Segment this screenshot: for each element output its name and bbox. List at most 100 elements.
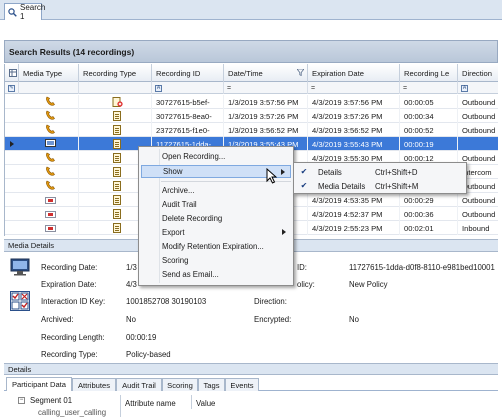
pane-divider [120, 395, 121, 417]
recording-type-cell [79, 109, 152, 123]
filter-funnel-icon[interactable] [296, 68, 305, 78]
media-type-cell [19, 109, 79, 123]
recording-length-value: 00:00:19 [126, 333, 157, 342]
cell-exp: 4/3/2019 3:57:26 PM [308, 109, 400, 123]
policy-document-icon [113, 167, 121, 177]
col-header-expiration-date[interactable]: Expiration Date [308, 64, 400, 82]
menu-delete-recording[interactable]: Delete Recording [141, 212, 291, 225]
encrypted-label: Encrypted: [254, 315, 292, 324]
filter-recording-type[interactable] [79, 82, 152, 94]
cell-len: 00:00:34 [400, 109, 458, 123]
submenu-arrow-icon [282, 229, 286, 235]
media-type-cell [19, 123, 79, 137]
context-menu-full: Open Recording... Show Archive... Audit … [138, 146, 294, 286]
recording-type-cell [79, 95, 152, 109]
cell-len: 00:00:05 [400, 95, 458, 109]
policy-document-icon [113, 139, 121, 149]
recording-type-cell [79, 123, 152, 137]
id-label: ID: [297, 263, 307, 272]
policy-document-icon [113, 111, 121, 121]
menu-modify-retention[interactable]: Modify Retention Expiration... [141, 240, 291, 253]
cell-len: 00:00:29 [400, 193, 458, 207]
cell-exp: 4/3/2019 3:56:52 PM [308, 123, 400, 137]
tab-search-1[interactable]: Search 1 [4, 3, 45, 21]
cell-date: 1/3/2019 3:57:26 PM [224, 109, 308, 123]
menu-scoring[interactable]: Scoring [141, 254, 291, 267]
tab-audit-trail[interactable]: Audit Trail [116, 378, 162, 391]
menu-open-recording[interactable]: Open Recording... [141, 150, 291, 163]
col-divider [191, 395, 192, 409]
row-selector-header[interactable] [5, 64, 19, 82]
check-icon: ✔ [300, 167, 308, 176]
interaction-id-value: 1001852708 30190103 [126, 297, 207, 306]
filter-row: ✎ A = = = A [5, 82, 498, 94]
filter-recording-id[interactable]: A [152, 82, 224, 94]
filter-length[interactable]: = [400, 82, 458, 94]
grid-header: Media Type Recording Type Recording ID D… [5, 64, 498, 82]
table-row[interactable]: 30727615-b5ef- 1/3/2019 3:57:56 PM 4/3/201… [5, 95, 498, 109]
submenu-media-details[interactable]: ✔ Media Details Ctrl+Shift+M [296, 180, 464, 193]
collapse-icon[interactable]: − [18, 397, 25, 404]
policy-document-icon [113, 209, 121, 219]
media-icon [45, 196, 56, 204]
details-title: Details [8, 364, 32, 374]
col-header-recording-type[interactable]: Recording Type [79, 64, 152, 82]
menu-send-as-email[interactable]: Send as Email... [141, 268, 291, 281]
equals-filter-icon: = [403, 84, 408, 92]
equals-filter-icon: = [311, 84, 316, 92]
filter-edit-icon[interactable]: ✎ [8, 84, 15, 92]
filter-datetime[interactable]: = [224, 82, 308, 94]
tab-participant-data[interactable]: Participant Data [6, 377, 72, 391]
submenu-media-details-shortcut: Ctrl+Shift+M [375, 182, 419, 191]
phone-icon [45, 110, 56, 122]
recording-date-value: 1/3 [126, 263, 137, 272]
menu-audit-trail[interactable]: Audit Trail [141, 198, 291, 211]
col-header-recording-id[interactable]: Recording ID [152, 64, 224, 82]
media-type-cell [19, 207, 79, 221]
table-row[interactable]: 23727615-f1e0- 1/3/2019 3:56:52 PM 4/3/201… [5, 123, 498, 137]
filter-media-type[interactable] [19, 82, 79, 94]
policy-value: New Policy [349, 280, 388, 289]
tree-subitem[interactable]: calling_user_calling [38, 408, 106, 417]
filter-expiration[interactable]: = [308, 82, 400, 94]
col-header-datetime[interactable]: Date/Time [224, 64, 308, 82]
phone-icon [45, 96, 56, 108]
expiration-date-value: 4/3 [126, 280, 137, 289]
current-row-icon [10, 141, 14, 147]
cell-len: 00:00:52 [400, 123, 458, 137]
col-header-direction[interactable]: Direction [458, 64, 498, 82]
col-value[interactable]: Value [196, 399, 215, 408]
tree-segment[interactable]: Segment 01 [30, 396, 72, 405]
filter-direction[interactable]: A [458, 82, 498, 94]
mouse-cursor-icon [266, 167, 278, 186]
interaction-id-label: Interaction ID Key: [41, 297, 106, 306]
policy-label: olicy: [297, 280, 315, 289]
search-icon [8, 7, 17, 17]
col-attribute-name[interactable]: Attribute name [125, 399, 176, 408]
media-icon [45, 224, 56, 232]
archived-value: No [126, 315, 136, 324]
tab-attributes[interactable]: Attributes [72, 378, 116, 391]
table-row[interactable]: 30727615-8ea0- 1/3/2019 3:57:26 PM 4/3/201… [5, 109, 498, 123]
policy-document-icon [113, 195, 121, 205]
details-header: Details [4, 363, 498, 375]
menu-export[interactable]: Export [141, 226, 291, 239]
recording-type-value: Policy-based [126, 350, 171, 359]
cell-dir: Outbound [458, 123, 498, 137]
direction-label: Direction: [254, 297, 287, 306]
col-header-media-type[interactable]: Media Type [19, 64, 79, 82]
recording-error-icon [112, 97, 123, 107]
cell-id: 30727615-8ea0- [152, 109, 224, 123]
phone-icon [45, 180, 56, 192]
filter-row-icon-cell: ✎ [5, 82, 19, 94]
policy-document-icon [113, 181, 121, 191]
equals-filter-icon: = [227, 84, 232, 92]
search-results-header: Search Results (14 recordings) [4, 40, 498, 63]
tab-events[interactable]: Events [225, 378, 259, 391]
expiration-date-label: Expiration Date: [41, 280, 97, 289]
tab-scoring[interactable]: Scoring [162, 378, 198, 391]
tab-tags[interactable]: Tags [198, 378, 225, 391]
cell-date: 1/3/2019 3:57:56 PM [224, 95, 308, 109]
col-header-recording-length[interactable]: Recording Le [400, 64, 458, 82]
submenu-details[interactable]: ✔ Details Ctrl+Shift+D [296, 166, 464, 179]
